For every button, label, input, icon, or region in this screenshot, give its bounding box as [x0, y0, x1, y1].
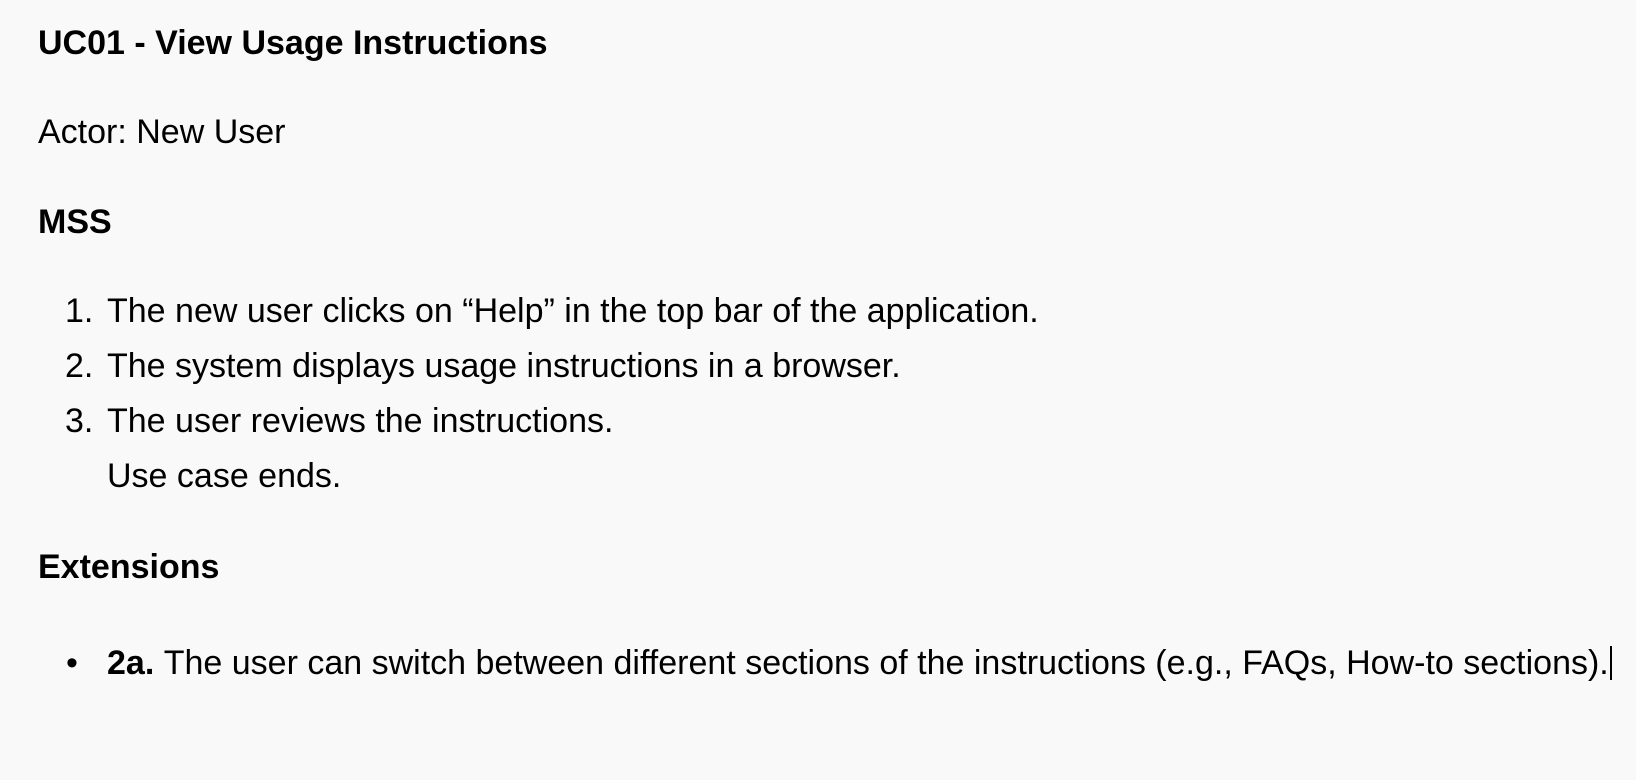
- extension-text: The user can switch between different se…: [163, 644, 1609, 682]
- actor-line: Actor: New User: [38, 113, 286, 151]
- step-number: 2.: [65, 347, 94, 385]
- extensions-heading: Extensions: [38, 548, 220, 586]
- step-text: The new user clicks on “Help” in the top…: [107, 292, 1039, 330]
- step-number: 3.: [65, 402, 94, 440]
- list-item: 1. The new user clicks on “Help” in the …: [38, 292, 1039, 347]
- text-cursor: [1609, 646, 1612, 680]
- step-text: The system displays usage instructions i…: [107, 347, 901, 385]
- list-item: 3. The user reviews the instructions.: [38, 402, 613, 457]
- extension-id: 2a.: [107, 644, 164, 682]
- bullet-icon: •: [66, 644, 78, 682]
- extensions-list: • 2a. The user can switch between differ…: [38, 636, 1636, 691]
- mss-heading: MSS: [38, 203, 112, 241]
- list-item: • 2a. The user can switch between differ…: [38, 636, 1636, 691]
- use-case-end-text: Use case ends.: [107, 457, 342, 495]
- step-number: 1.: [65, 292, 94, 330]
- step-text: The user reviews the instructions.: [107, 402, 614, 440]
- list-item: 2. The system displays usage instruction…: [38, 347, 901, 402]
- mss-steps-list: 1. The new user clicks on “Help” in the …: [38, 292, 1039, 512]
- use-case-title: UC01 - View Usage Instructions: [38, 24, 548, 62]
